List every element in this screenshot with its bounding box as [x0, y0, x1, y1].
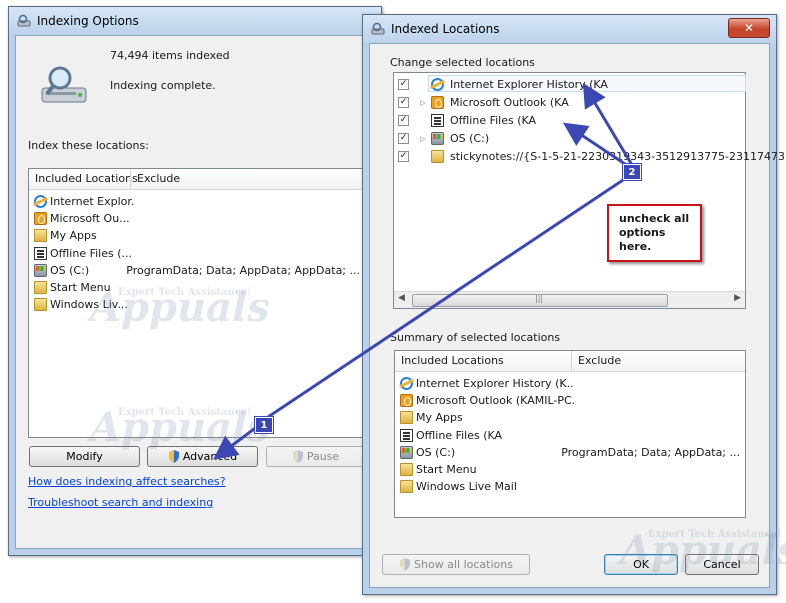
arrow-connector: [267, 176, 627, 419]
annotation-arrows: [213, 82, 634, 460]
step-badge-2: 2: [623, 164, 641, 180]
instruction-text: uncheck all options here.: [619, 212, 690, 253]
instruction-callout: uncheck all options here.: [607, 204, 702, 262]
step-badge-1: 1: [255, 417, 273, 433]
